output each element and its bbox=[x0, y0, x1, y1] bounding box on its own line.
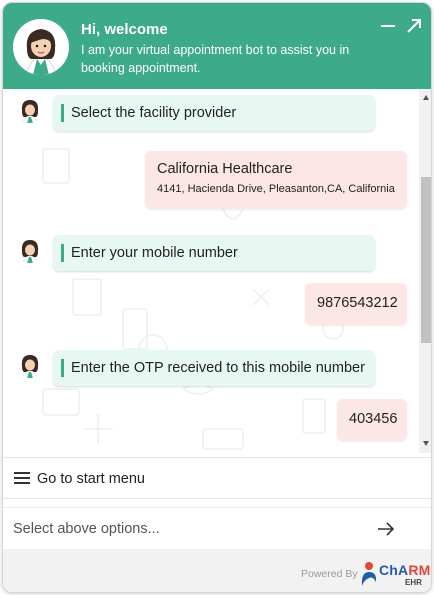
scrollbar-thumb[interactable] bbox=[421, 177, 431, 343]
bot-message: Enter your mobile number bbox=[53, 235, 375, 271]
message-input-row bbox=[3, 507, 431, 549]
user-message-text: California Healthcare bbox=[157, 161, 293, 177]
logo-subtext: EHR bbox=[405, 578, 422, 587]
message-input[interactable] bbox=[13, 516, 353, 542]
user-message: California Healthcare 4141, Hacienda Dri… bbox=[145, 151, 407, 209]
arrow-right-icon[interactable] bbox=[377, 521, 395, 537]
bot-message: Select the facility provider bbox=[53, 95, 375, 131]
chat-header: Hi, welcome I am your virtual appointmen… bbox=[3, 3, 431, 89]
bot-avatar bbox=[17, 352, 43, 378]
user-message: 403456 bbox=[337, 399, 407, 441]
scroll-down-icon[interactable] bbox=[423, 441, 429, 446]
charm-ehr-logo: ChARM EHR bbox=[359, 560, 431, 590]
scroll-up-icon[interactable] bbox=[423, 95, 429, 100]
header-title: Hi, welcome bbox=[81, 21, 168, 38]
chat-footer: Powered By ChARM EHR bbox=[3, 549, 431, 592]
powered-by-text: Powered By bbox=[301, 568, 358, 580]
bot-avatar-large bbox=[13, 19, 69, 75]
bot-avatar bbox=[17, 97, 43, 123]
header-subtitle: I am your virtual appointment bot to ass… bbox=[81, 43, 350, 75]
bot-message: Enter the OTP received to this mobile nu… bbox=[53, 350, 375, 386]
bot-avatar bbox=[17, 237, 43, 263]
logo-text-main: ChA bbox=[379, 562, 409, 578]
minimize-icon[interactable] bbox=[379, 17, 397, 35]
logo-mark-icon bbox=[361, 562, 377, 586]
user-message: 9876543212 bbox=[305, 283, 407, 325]
chat-messages[interactable]: Select the facility provider California … bbox=[3, 89, 431, 453]
start-menu-label: Go to start menu bbox=[37, 471, 145, 487]
user-message-subtext: 4141, Hacienda Drive, Pleasanton,CA, Cal… bbox=[157, 183, 395, 195]
hamburger-icon bbox=[14, 472, 30, 484]
chat-widget: Hi, welcome I am your virtual appointmen… bbox=[2, 2, 432, 593]
go-to-start-menu-button[interactable]: Go to start menu bbox=[3, 457, 431, 499]
chat-scrollbar[interactable] bbox=[419, 89, 431, 453]
user-message-text: 9876543212 bbox=[317, 295, 398, 311]
expand-arrow-icon[interactable] bbox=[405, 17, 423, 35]
user-message-text: 403456 bbox=[349, 411, 398, 427]
logo-text-accent: RM bbox=[408, 562, 431, 578]
